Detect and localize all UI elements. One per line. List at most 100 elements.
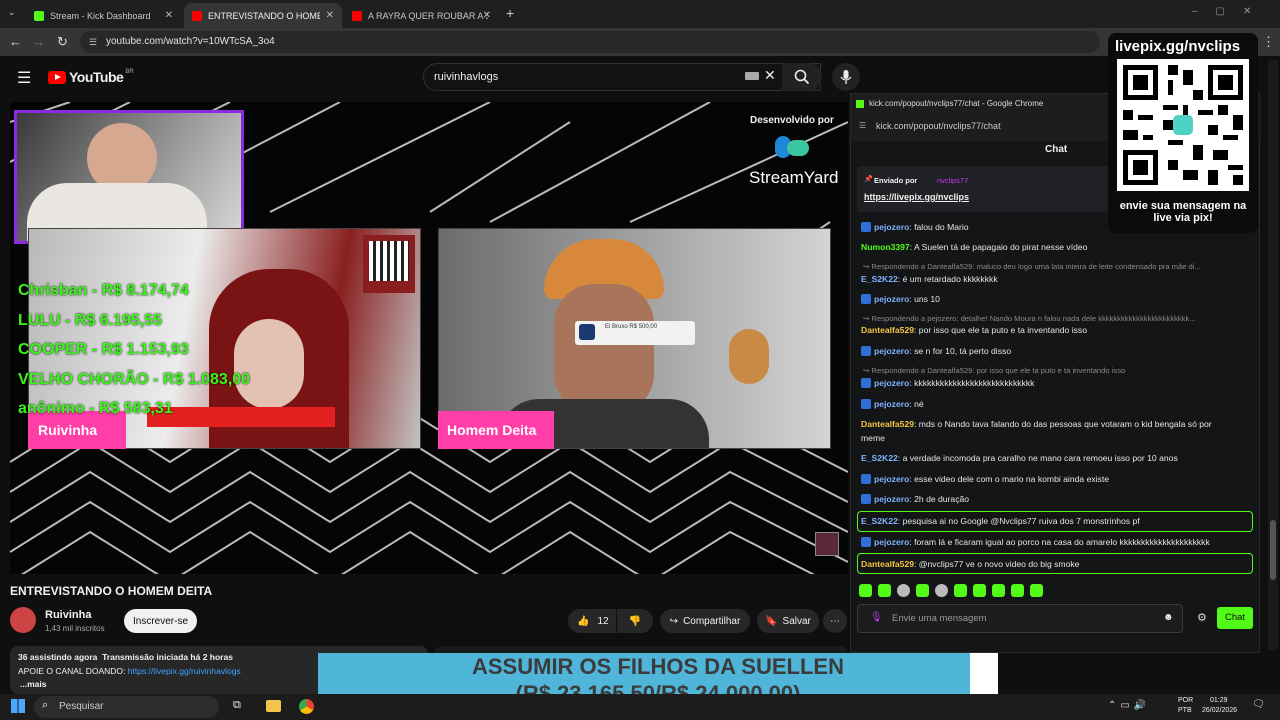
chat-username[interactable]: pejozero (874, 494, 909, 504)
subscribe-button[interactable]: Inscrever-se (124, 609, 197, 633)
emote-bar[interactable] (859, 584, 1043, 597)
task-view-icon[interactable]: ⧉ (233, 699, 241, 712)
emote-icon[interactable] (954, 584, 967, 597)
url-field[interactable]: ☰ youtube.com/watch?v=10WTcSA_3o4 (80, 31, 1100, 53)
chat-text: : @nvclips77 ve o novo video do big smok… (914, 559, 1080, 569)
show-more-link[interactable]: ...mais (20, 679, 46, 689)
emoji-icon[interactable]: ☻ (1163, 612, 1174, 623)
taskbar-search[interactable]: ⌕ Pesquisar (34, 696, 219, 718)
pinned-by-user: nvclips77 (937, 176, 969, 185)
save-button[interactable]: 🔖 Salvar (757, 609, 819, 633)
alert-name: El Bruxo (605, 324, 628, 330)
tab-label: A RAYRA QUER ROUBAR A SUELLEN (368, 10, 488, 21)
chat-username[interactable]: Dantealfa529 (861, 559, 914, 569)
forward-icon[interactable]: → (32, 34, 45, 49)
streamyard-label: Desenvolvido por (750, 115, 834, 126)
tab-search-icon[interactable]: ⌄ (8, 7, 16, 18)
emote-icon[interactable] (1030, 584, 1043, 597)
pinned-by-label: Enviado por (874, 176, 918, 185)
keyboard-icon[interactable] (745, 72, 759, 80)
settings-gear-icon[interactable]: ⚙ (1197, 611, 1207, 624)
chat-username[interactable]: pejozero (874, 222, 909, 232)
menu-dots-icon[interactable]: ⋮ (1262, 34, 1275, 50)
emote-icon[interactable] (992, 584, 1005, 597)
description-link[interactable]: https://livepix.gg/ruivinhavlogs (128, 666, 241, 676)
channel-name[interactable]: Ruivinha (45, 609, 91, 621)
channel-watermark[interactable] (815, 532, 839, 556)
youtube-logo[interactable]: YouTube BR (48, 69, 134, 85)
chat-username[interactable]: pejozero (874, 537, 909, 547)
emote-icon[interactable] (916, 584, 929, 597)
windows-start-icon[interactable] (11, 699, 25, 713)
emote-icon[interactable] (935, 584, 948, 597)
tab-youtube-video[interactable]: ENTREVISTANDO O HOMEM DEITA ✕ (184, 3, 342, 28)
search-button[interactable] (782, 63, 822, 91)
windows-taskbar: ⌕ Pesquisar ⧉ ⌃▭🔊 POR PTB 01:29 26/02/20… (0, 694, 1280, 720)
send-chat-label: Chat (1224, 612, 1246, 623)
tab-kick-dashboard[interactable]: Stream - Kick Dashboard ✕ (26, 3, 181, 28)
window-controls[interactable]: –▢✕ (1192, 6, 1269, 17)
chat-username[interactable]: Dantealfa529 (861, 325, 914, 335)
chat-window-title: kick.com/popout/nvclips77/chat - Google … (869, 99, 1044, 108)
chat-username[interactable]: pejozero (874, 399, 909, 409)
emote-icon[interactable] (973, 584, 986, 597)
qr-pattern (1123, 65, 1243, 185)
chat-username[interactable]: pejozero (874, 474, 909, 484)
like-count: 12 (597, 615, 609, 627)
pinned-link[interactable]: https://livepix.gg/nvclips (864, 192, 969, 202)
clear-search-icon[interactable]: ✕ (764, 67, 776, 84)
like-button[interactable]: 👍 12 (568, 609, 616, 633)
reload-icon[interactable]: ↻ (57, 34, 68, 50)
send-chat-button[interactable]: Chat (1217, 607, 1253, 629)
verified-badge-icon (861, 222, 871, 232)
share-button[interactable]: ↪ Compartilhar (660, 609, 750, 633)
close-icon[interactable]: ✕ (483, 10, 491, 21)
chat-username[interactable]: Dantealfa529 (861, 419, 914, 429)
chat-username[interactable]: E_S2K22 (861, 274, 898, 284)
language-code[interactable]: POR (1178, 697, 1193, 704)
notification-icon[interactable]: 🗨 (1252, 699, 1265, 710)
emote-icon[interactable] (1011, 584, 1024, 597)
clock-date[interactable]: 26/02/2026 (1202, 707, 1237, 714)
close-icon[interactable]: ✕ (326, 10, 334, 21)
more-actions-button[interactable]: ⋯ (823, 609, 847, 633)
voice-search-button[interactable] (832, 63, 860, 91)
bookmark-icon: 🔖 (765, 615, 778, 627)
video-title: ENTREVISTANDO O HOMEM DEITA (10, 584, 213, 598)
chat-username[interactable]: pejozero (874, 378, 909, 388)
taskbar-search-label: Pesquisar (59, 701, 104, 712)
search-input[interactable]: ruivinhavlogs (423, 63, 821, 91)
chat-username[interactable]: E_S2K22 (861, 516, 898, 526)
chat-text: : A Suelen tá de papagaio do pirat nesse… (909, 242, 1088, 252)
subscriber-count: 1,43 mil inscritos (45, 624, 105, 633)
chat-text: : uns 10 (909, 294, 940, 304)
chat-username[interactable]: pejozero (874, 346, 909, 356)
page-scrollbar[interactable] (1268, 60, 1278, 650)
chat-message: E_S2K22: pesquisa ai no Google @Nvclips7… (861, 516, 1140, 526)
back-icon[interactable]: ← (9, 34, 22, 49)
chat-username[interactable]: pejozero (874, 294, 909, 304)
emote-icon[interactable] (897, 584, 910, 597)
verified-badge-icon (861, 378, 871, 388)
channel-avatar[interactable] (10, 607, 36, 633)
close-icon[interactable]: ✕ (165, 10, 173, 21)
tab-youtube-rayra[interactable]: A RAYRA QUER ROUBAR A SUELLEN ✕ (344, 3, 499, 28)
chat-message: Dantealfa529: @nvclips77 ve o novo video… (861, 559, 1079, 569)
emote-icon[interactable] (859, 584, 872, 597)
new-tab-icon[interactable]: + (506, 5, 514, 21)
video-player[interactable]: Desenvolvido por StreamYard Ruivinha Chr… (10, 102, 848, 574)
microphone-icon[interactable]: 🎙 (870, 612, 883, 623)
keyboard-layout[interactable]: PTB (1178, 707, 1192, 714)
clock-time[interactable]: 01:29 (1210, 697, 1228, 704)
chrome-icon[interactable] (299, 699, 314, 714)
chat-text: : né (909, 399, 924, 409)
file-explorer-icon[interactable] (266, 700, 281, 712)
chat-username[interactable]: E_S2K22 (861, 453, 898, 463)
emote-icon[interactable] (878, 584, 891, 597)
chat-username[interactable]: Numon3397 (861, 242, 910, 252)
tray-icons[interactable]: ⌃▭🔊 (1108, 700, 1150, 711)
site-info-icon[interactable]: ☰ (89, 31, 97, 53)
dislike-button[interactable]: 👎 (617, 609, 653, 633)
chat-input[interactable]: 🎙 Envie uma mensagem ☻ (857, 604, 1183, 633)
hamburger-menu-icon[interactable]: ☰ (17, 68, 31, 88)
